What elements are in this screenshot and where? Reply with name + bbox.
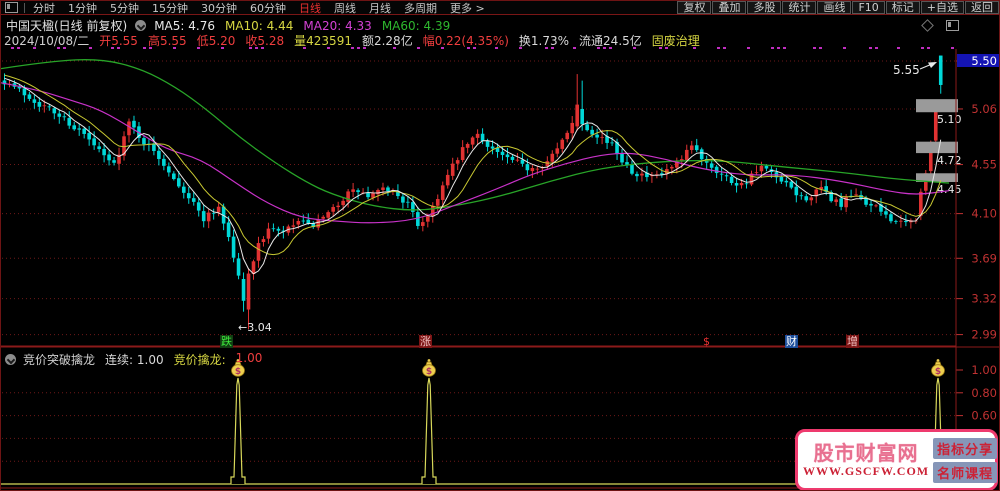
ma-value: MA10: 4.44 — [224, 18, 294, 33]
watermark-badges: 指标分享 名师课程 — [933, 436, 998, 484]
event-marker-财: 财 — [785, 335, 798, 348]
low-price-label: ←3.04 — [238, 321, 272, 334]
mini-window-controls — [921, 19, 959, 32]
toolbar-button-+自选[interactable]: +自选 — [920, 1, 964, 14]
chevron-down-circle-icon[interactable] — [135, 20, 147, 31]
quote-field: 收5.28 — [245, 34, 285, 48]
ma-lines — [1, 59, 950, 275]
quote-field: 幅0.22(4.35%) — [422, 34, 509, 48]
watermark: 股市财富网 WWW.GSCFW.COM 指标分享 名师课程 — [795, 429, 998, 490]
chart-annotations: 5.55 — [893, 62, 937, 77]
quote-field: 固废治理 — [651, 34, 700, 48]
toolbar-button-F10[interactable]: F10 — [852, 1, 885, 14]
indicator-value: 连续: 1.00 — [105, 353, 164, 367]
axis-labels: 5.50 5.06 4.55 4.10 3.69 3.32 2.99 — [956, 54, 999, 342]
svg-text:5.06: 5.06 — [971, 102, 997, 116]
split-window-icon[interactable] — [946, 20, 959, 31]
quote-field: 高5.55 — [147, 34, 187, 48]
money-bag-icon: $ — [931, 359, 945, 377]
quote-field: 额2.28亿 — [361, 34, 413, 48]
toolbar-buttons: 复权 叠加 多股 统计 画线 F10 标记 +自选 返回 — [676, 1, 999, 14]
period-tab-周线[interactable]: 周线 — [334, 1, 356, 16]
period-tab-5分钟[interactable]: 5分钟 — [110, 1, 139, 16]
svg-text:4.45: 4.45 — [937, 183, 962, 196]
ma-value: MA60: 4.39 — [381, 18, 451, 33]
quote-field: 换1.73% — [518, 34, 570, 48]
toolbar-button-叠加[interactable]: 叠加 — [712, 1, 747, 14]
period-tab-更多 >[interactable]: 更多 > — [450, 1, 485, 16]
svg-text:$: $ — [235, 367, 241, 377]
svg-text:5.55: 5.55 — [893, 63, 920, 77]
svg-text:$: $ — [935, 367, 941, 377]
charts-canvas: 5.50 5.06 4.55 4.10 3.69 3.32 2.99 5.10 4.72 4.45… — [1, 47, 999, 490]
watermark-badge: 名师课程 — [933, 461, 998, 483]
svg-text:3.32: 3.32 — [971, 292, 997, 306]
event-marker-涨: 涨 — [419, 335, 432, 348]
toolbar-button-统计[interactable]: 统计 — [782, 1, 817, 14]
period-tab-30分钟[interactable]: 30分钟 — [201, 1, 237, 16]
period-tab-月线[interactable]: 月线 — [369, 1, 391, 16]
indicator-value: 1.00 — [235, 351, 263, 365]
ma-value: MA5: 4.76 — [154, 18, 215, 33]
watermark-url: WWW.GSCFW.COM — [803, 464, 930, 478]
period-tab-日线[interactable]: 日线 — [299, 1, 321, 16]
toolbar-button-复权[interactable]: 复权 — [677, 1, 712, 14]
indicator-title: 竞价突破擒龙 — [23, 353, 96, 367]
period-menubar: 分时 1分钟 5分钟 15分钟 30分钟 60分钟 日线 周线 月线 多周期 更多 > 复权 叠加 多股… — [1, 1, 999, 15]
ma-values: MA5: 4.76 MA10: 4.44 MA20: 4.33 MA60: 4.39 — [154, 19, 460, 33]
watermark-title: 股市财富网 — [813, 441, 919, 465]
quote-field: 流通24.5亿 — [579, 34, 642, 48]
svg-text:0.80: 0.80 — [971, 386, 997, 400]
toolbar-button-标记[interactable]: 标记 — [885, 1, 920, 14]
menu-divider — [24, 2, 25, 13]
svg-text:3.69: 3.69 — [971, 251, 997, 265]
panel-borders — [1, 49, 999, 490]
quote-field: 量423591 — [294, 34, 352, 48]
toolbar-button-返回[interactable]: 返回 — [965, 1, 999, 14]
svg-text:4.55: 4.55 — [971, 158, 997, 172]
event-marker-跌: 跌 — [220, 335, 233, 348]
period-tab-多周期[interactable]: 多周期 — [404, 1, 437, 16]
event-marker-增: 增 — [846, 335, 859, 348]
period-tab-60分钟[interactable]: 60分钟 — [250, 1, 286, 16]
period-tab-1分钟[interactable]: 1分钟 — [68, 1, 97, 16]
indicator-header: 竞价突破擒龙 连续: 1.00 竞价擒龙: 1.00 — [5, 351, 272, 368]
quote-field: 低5.20 — [196, 34, 236, 48]
event-marker-$: $ — [703, 335, 710, 348]
svg-text:5.50: 5.50 — [971, 54, 997, 68]
candlestick-series — [2, 55, 943, 330]
svg-text:5.10: 5.10 — [937, 113, 962, 126]
period-tabs: 分时 1分钟 5分钟 15分钟 30分钟 60分钟 日线 周线 月线 多周期 更多 > — [33, 1, 498, 16]
quote-field: 开5.55 — [99, 34, 138, 48]
layout-icon[interactable] — [5, 2, 18, 13]
period-tab-分时[interactable]: 分时 — [33, 1, 55, 16]
svg-text:2.99: 2.99 — [971, 328, 997, 342]
svg-text:4.72: 4.72 — [937, 154, 962, 167]
svg-text:4.10: 4.10 — [971, 207, 997, 221]
diamond-icon[interactable] — [921, 19, 934, 32]
watermark-badge: 指标分享 — [933, 437, 998, 459]
svg-text:1.00: 1.00 — [971, 363, 997, 377]
toolbar-button-画线[interactable]: 画线 — [817, 1, 852, 14]
info-row-quote: 2024/10/08/二 开5.55 高5.55 低5.20 收5.28 量423591 额… — [4, 32, 710, 49]
period-tab-15分钟[interactable]: 15分钟 — [152, 1, 188, 16]
tdx-window: 5.50 5.06 4.55 4.10 3.69 3.32 2.99 5.10 4.72 4.45… — [0, 0, 1000, 491]
ma-value: MA20: 4.33 — [303, 18, 372, 33]
svg-text:$: $ — [426, 367, 432, 377]
svg-text:0.60: 0.60 — [971, 409, 997, 423]
quote-field: 2024/10/08/二 — [4, 34, 90, 48]
chevron-down-circle-icon[interactable] — [5, 354, 16, 365]
toolbar-button-多股[interactable]: 多股 — [747, 1, 782, 14]
indicator-values: 连续: 1.00 竞价擒龙: 1.00 — [105, 351, 272, 368]
indicator-value: 竞价擒龙: — [173, 353, 226, 367]
money-bag-icon: $ — [422, 359, 436, 377]
